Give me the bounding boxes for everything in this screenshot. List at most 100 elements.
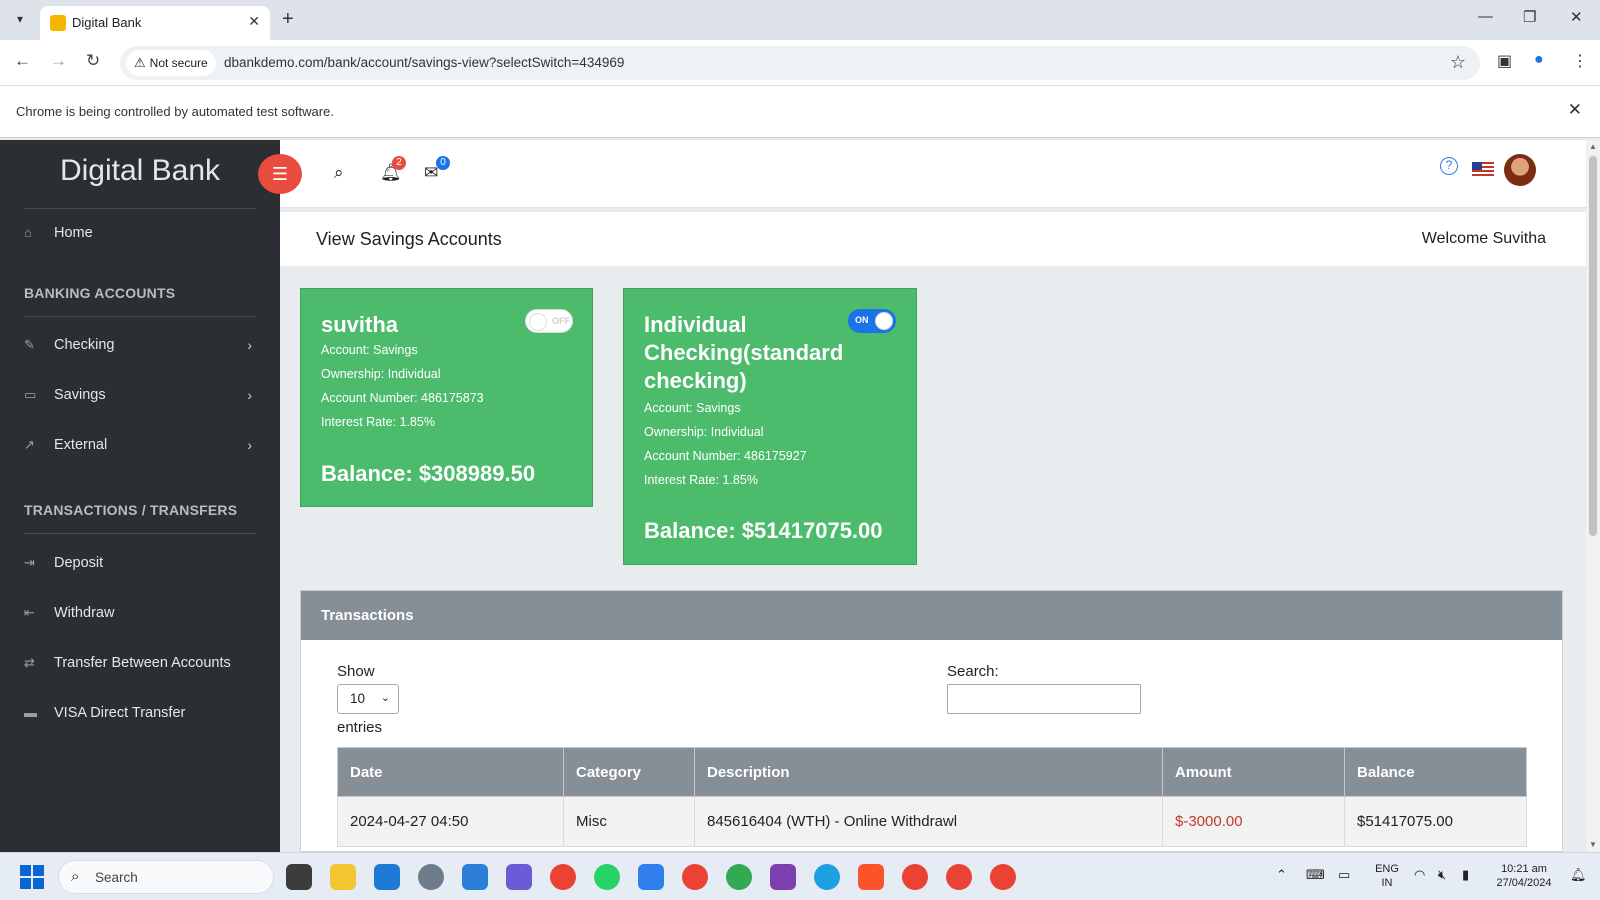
keyboard-icon[interactable]: ⌨ — [1306, 867, 1325, 883]
snipping-tool-icon[interactable] — [506, 864, 532, 890]
page-scrollbar[interactable]: ▲ ▼ — [1586, 140, 1600, 852]
clock-date: 27/04/2024 — [1496, 877, 1552, 889]
chrome-profile-icon[interactable] — [726, 864, 752, 890]
browser-menu-icon[interactable]: ⋮ — [1572, 51, 1588, 71]
side-panel-icon[interactable]: ▣ — [1497, 51, 1512, 71]
sidebar-divider — [24, 208, 256, 209]
tab-close-icon[interactable]: ✕ — [248, 13, 260, 30]
search-icon[interactable]: ⌕ — [334, 163, 344, 183]
chrome-icon[interactable] — [550, 864, 576, 890]
restore-icon[interactable]: ❐ — [1523, 8, 1536, 26]
transactions-header: Transactions — [301, 591, 1562, 640]
language-indicator[interactable]: ENG IN — [1372, 862, 1402, 890]
sidebar-item-visa[interactable]: ▬ VISA Direct Transfer — [24, 698, 256, 728]
photos-icon[interactable] — [638, 864, 664, 890]
notepad-icon[interactable] — [462, 864, 488, 890]
column-header-balance[interactable]: Balance — [1344, 747, 1527, 797]
account-toggle[interactable]: ON — [848, 309, 896, 333]
sidebar-divider — [24, 316, 256, 317]
profile-icon[interactable]: ● — [1534, 51, 1544, 69]
window-close-icon[interactable]: ✕ — [1570, 8, 1583, 26]
security-chip[interactable]: ⚠ Not secure — [126, 50, 216, 76]
infobar-close-icon[interactable]: ✕ — [1568, 100, 1582, 120]
taskbar-search[interactable]: ⌕ Search — [58, 860, 274, 894]
clock[interactable]: 10:21 am 27/04/2024 — [1488, 862, 1560, 890]
us-flag-icon[interactable] — [1472, 162, 1494, 178]
transactions-search-input[interactable] — [947, 684, 1141, 714]
account-balance: Balance: $308989.50 — [321, 461, 536, 486]
transactions-table: Date Category Description Amount Balance… — [337, 747, 1527, 847]
sidebar-item-checking[interactable]: ✎ Checking › — [24, 330, 256, 360]
language-line1: ENG — [1375, 863, 1399, 875]
chrome-profile-icon[interactable] — [682, 864, 708, 890]
sidebar-item-home[interactable]: ⌂ Home — [24, 218, 256, 248]
cell-date: 2024-04-27 04:50 — [337, 796, 564, 847]
search-icon: ⌕ — [71, 868, 80, 885]
account-type: Account: Savings — [644, 401, 741, 415]
minimize-icon[interactable]: — — [1478, 8, 1493, 25]
scrollbar-thumb[interactable] — [1589, 156, 1597, 536]
task-view-icon[interactable] — [286, 864, 312, 890]
chrome-icon[interactable] — [990, 864, 1016, 890]
tab-search-chevron-icon[interactable]: ▾ — [8, 7, 32, 31]
brave-icon[interactable] — [858, 864, 884, 890]
column-header-date[interactable]: Date — [337, 747, 564, 797]
sidebar-item-external[interactable]: ↗ External › — [24, 430, 256, 460]
sidebar-item-transfer[interactable]: ⇄ Transfer Between Accounts — [24, 648, 256, 678]
sidebar-item-savings[interactable]: ▭ Savings › — [24, 380, 256, 410]
messages-badge: 0 — [436, 156, 450, 170]
tablet-icon[interactable]: ▭ — [1338, 867, 1350, 883]
whatsapp-icon[interactable] — [594, 864, 620, 890]
settings-gear-icon[interactable] — [418, 864, 444, 890]
browser-tab[interactable]: Digital Bank ✕ — [40, 6, 270, 40]
scroll-up-icon[interactable]: ▲ — [1589, 142, 1597, 151]
clock-time: 10:21 am — [1501, 863, 1547, 875]
forward-icon[interactable]: → — [50, 51, 67, 71]
external-link-icon: ↗ — [24, 437, 35, 452]
reload-icon[interactable]: ↻ — [86, 51, 100, 71]
column-header-description[interactable]: Description — [694, 747, 1163, 797]
chevron-right-icon: › — [247, 387, 252, 403]
page-title: View Savings Accounts — [316, 229, 502, 249]
avatar[interactable] — [1504, 154, 1536, 186]
back-icon[interactable]: ← — [14, 51, 31, 71]
speaker-muted-icon[interactable]: 🔇︎ — [1438, 867, 1446, 883]
windows-start-icon[interactable] — [20, 865, 44, 889]
account-card: suvitha OFF Account: Savings Ownership: … — [300, 288, 593, 507]
address-bar[interactable]: ⚠ Not secure dbankdemo.com/bank/account/s… — [120, 46, 1480, 80]
onenote-icon[interactable] — [770, 864, 796, 890]
column-header-category[interactable]: Category — [563, 747, 695, 797]
sidebar-item-deposit[interactable]: ⇥ Deposit — [24, 548, 256, 578]
vscode-icon[interactable] — [374, 864, 400, 890]
notification-bell-icon[interactable]: 🔔︎ — [1570, 867, 1587, 883]
account-name: Individual Checking(standard checking) — [644, 312, 844, 393]
file-explorer-icon[interactable] — [330, 864, 356, 890]
bookmark-star-icon[interactable]: ☆ — [1450, 52, 1466, 73]
new-tab-icon[interactable]: + — [282, 8, 294, 31]
battery-icon[interactable]: ▮ — [1462, 867, 1469, 883]
menu-toggle-button[interactable]: ☰ — [258, 154, 302, 194]
bank-favicon-icon — [50, 15, 66, 31]
home-icon: ⌂ — [24, 225, 32, 240]
toggle-label: ON — [855, 315, 869, 325]
toggle-knob — [875, 312, 893, 330]
credit-card-icon: ▬ — [24, 705, 37, 720]
sidebar-item-label: Withdraw — [54, 605, 115, 621]
column-header-amount[interactable]: Amount — [1162, 747, 1345, 797]
brand-logo[interactable]: Digital Bank — [0, 154, 280, 188]
page-size-select[interactable]: 10 ⌄ — [337, 684, 399, 714]
url-text[interactable]: dbankdemo.com/bank/account/savings-view?… — [224, 55, 624, 70]
account-number: Account Number: 486175873 — [321, 391, 484, 405]
wifi-icon[interactable]: ◠ — [1414, 867, 1425, 883]
sidebar-item-label: Transfer Between Accounts — [54, 655, 231, 671]
help-icon[interactable]: ? — [1440, 157, 1458, 175]
account-toggle[interactable]: OFF — [525, 309, 573, 333]
edge-icon[interactable] — [814, 864, 840, 890]
scroll-down-icon[interactable]: ▼ — [1589, 840, 1597, 849]
sidebar-item-withdraw[interactable]: ⇤ Withdraw — [24, 598, 256, 628]
cell-balance: $51417075.00 — [1344, 796, 1527, 847]
chrome-icon[interactable] — [902, 864, 928, 890]
account-ownership: Ownership: Individual — [644, 425, 764, 439]
chrome-icon[interactable] — [946, 864, 972, 890]
tray-overflow-icon[interactable]: ⌃ — [1276, 867, 1287, 883]
